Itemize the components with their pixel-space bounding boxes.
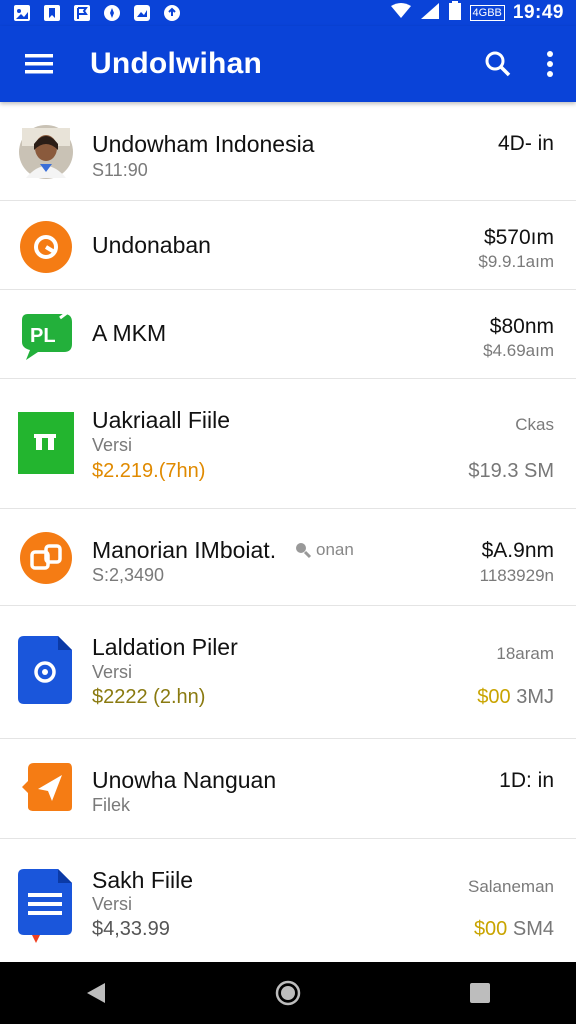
item-right-top: 18aram [496, 644, 554, 663]
item-subtitle: Versi [92, 894, 133, 914]
item-right-bottom: $00 3MJ [477, 686, 554, 709]
item-title: A MKM [92, 320, 167, 346]
upload-icon [162, 3, 182, 23]
item-price: $2222 (2.hn) [92, 686, 206, 708]
search-button[interactable] [472, 26, 524, 102]
item-right-bottom: 1183929n [479, 566, 554, 585]
image-icon [132, 3, 152, 23]
back-icon [87, 983, 105, 1003]
compass-icon [102, 3, 122, 23]
carrier-label: 4GBB [469, 5, 505, 21]
item-subtitle: S11:90 [92, 160, 148, 180]
item-tag: onan [294, 540, 354, 560]
navigation-bar [0, 962, 576, 1024]
gallery-icon [12, 3, 32, 23]
hamburger-icon [25, 54, 53, 74]
item-right-top: 1D: in [499, 769, 554, 792]
search-small-icon [296, 543, 312, 559]
item-title: Unowha Nanguan [92, 767, 277, 793]
item-right-top: Salaneman [467, 877, 554, 896]
more-vert-icon [547, 51, 553, 77]
item-right-bottom: $4.69aım [483, 341, 554, 360]
item-tag-label: onan [316, 540, 354, 559]
item-right-top: Ckas [515, 415, 554, 434]
list-item[interactable]: Manorian IMboiat. S:2,3490 onan $A.9nm 1… [0, 509, 576, 606]
bookmark-icon [42, 3, 62, 23]
signal-icon [420, 2, 440, 25]
item-title: Manorian IMboiat. [92, 537, 277, 563]
svg-text:PL: PL [30, 325, 56, 347]
item-title: Undonaban [92, 232, 211, 258]
item-right-top: 4D- in [497, 132, 554, 155]
item-right-bottom-unit: SM4 [507, 918, 554, 940]
battery-icon [448, 0, 462, 26]
item-right-bottom-amount: $00 [473, 918, 508, 940]
back-button[interactable] [66, 968, 126, 1018]
list-item[interactable]: Undonaban $570ım $9.9.1aım [0, 201, 576, 290]
green-square-icon [18, 412, 74, 479]
flag-icon [72, 3, 92, 23]
item-title: Uakriaall Fiile [92, 407, 231, 433]
item-right-bottom: $00 SM4 [474, 918, 554, 941]
menu-button[interactable] [0, 26, 78, 102]
orange-camera-icon [18, 530, 74, 591]
green-chat-icon: PL [18, 308, 74, 369]
item-right-bottom-amount: $00 [477, 686, 511, 708]
list-item[interactable]: Uakriaall Fiile Versi $2.219.(7hn) Ckas … [0, 379, 576, 509]
item-right-top: $80nm [489, 315, 554, 338]
list-item[interactable]: Unowha Nanguan Filek 1D: in [0, 739, 576, 839]
item-title: Laldation Piler [92, 634, 238, 660]
item-subtitle: Versi [92, 662, 133, 682]
item-title: Sakh Fiile [92, 867, 193, 893]
blue-doc-icon [18, 869, 74, 948]
list-item[interactable]: Undowham Indonesia S11:90 4D- in [0, 102, 576, 201]
home-icon [275, 980, 301, 1006]
search-icon [485, 51, 511, 77]
item-right-bottom: $19.3 SM [468, 460, 554, 482]
avatar [18, 124, 74, 185]
item-title: Undowham Indonesia [92, 131, 315, 157]
item-right-top: $570ım [483, 226, 554, 249]
item-right-bottom-unit: 3MJ [510, 686, 554, 708]
orange-circle-icon [18, 219, 74, 280]
item-right-top: $A.9nm [481, 539, 554, 562]
overflow-menu-button[interactable] [524, 26, 576, 102]
item-price: $2.219.(7hn) [92, 460, 206, 482]
status-bar: 4GBB 19:49 [0, 0, 576, 26]
recents-icon [470, 983, 490, 1003]
item-price: $4,33.99 [92, 918, 170, 940]
orange-send-icon [18, 759, 74, 820]
list-item[interactable]: Laldation Piler Versi $2222 (2.hn) 18ara… [0, 606, 576, 739]
blue-file-icon [18, 636, 74, 709]
item-right-bottom: $9.9.1aım [478, 252, 554, 271]
item-subtitle: S:2,3490 [92, 565, 165, 585]
list-item[interactable]: PL A MKM $80nm $4.69aım [0, 290, 576, 379]
page-title: Undolwihan [90, 47, 262, 80]
wifi-icon [390, 2, 412, 24]
list-item[interactable]: Sakh Fiile Versi $4,33.99 Salaneman $00 … [0, 839, 576, 962]
item-subtitle: Versi [92, 435, 133, 455]
status-time: 19:49 [512, 2, 564, 23]
item-subtitle: Filek [92, 795, 131, 815]
app-bar: Undolwihan [0, 26, 576, 102]
item-list: Undowham Indonesia S11:90 4D- in Undonab… [0, 102, 576, 962]
recents-button[interactable] [450, 968, 510, 1018]
home-button[interactable] [258, 968, 318, 1018]
